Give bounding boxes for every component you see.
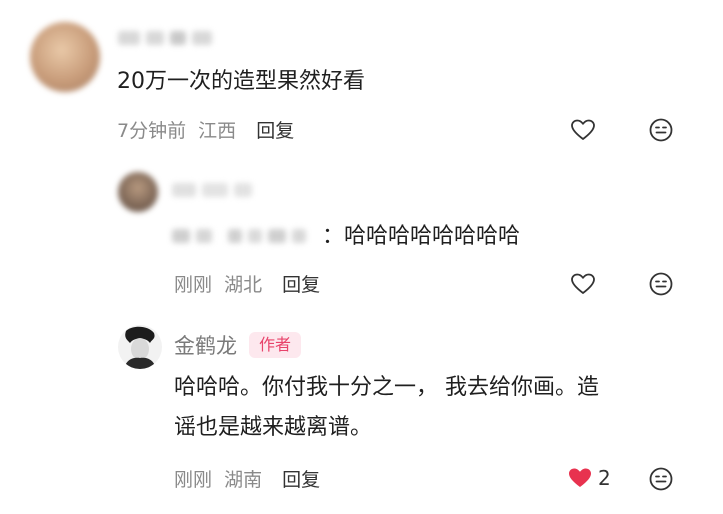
timestamp: 刚刚 (174, 469, 213, 491)
timestamp: 刚刚 (174, 274, 213, 296)
avatar[interactable] (118, 325, 162, 369)
author-row: 金鹤龙 作者 (174, 330, 302, 360)
author-name[interactable]: 金鹤龙 (174, 330, 237, 360)
comment-meta: 7分钟前 江西 回复 (117, 116, 294, 143)
username-obscured[interactable] (172, 183, 252, 197)
avatar[interactable] (118, 172, 158, 212)
emoji-face-icon[interactable] (647, 270, 675, 298)
like-count: 2 (598, 466, 611, 490)
avatar[interactable] (30, 22, 100, 92)
timestamp: 7分钟前 (117, 120, 187, 142)
location: 湖北 (224, 274, 263, 296)
reply-button[interactable]: 回复 (282, 469, 320, 491)
quoted-username-obscured[interactable] (172, 229, 306, 243)
author-badge: 作者 (249, 332, 302, 358)
comment-text: 哈哈哈。你付我十分之一， 我去给你画。造 谣也是越来越离谱。 (174, 368, 599, 448)
comment-text-row: ：哈哈哈哈哈哈哈哈 (322, 217, 520, 257)
separator: ： (322, 224, 345, 249)
heart-filled-icon[interactable] (566, 464, 594, 492)
emoji-face-icon[interactable] (647, 116, 675, 144)
comment-meta: 刚刚 湖北 回复 (174, 270, 320, 297)
heart-outline-icon[interactable] (569, 270, 597, 298)
reply-button[interactable]: 回复 (282, 274, 320, 296)
location: 湖南 (224, 469, 263, 491)
username-obscured[interactable] (118, 31, 212, 45)
emoji-face-icon[interactable] (647, 465, 675, 493)
heart-outline-icon[interactable] (569, 116, 597, 144)
comment-meta: 刚刚 湖南 回复 (174, 465, 320, 492)
reply-button[interactable]: 回复 (256, 120, 294, 142)
comment-text: 哈哈哈哈哈哈哈哈 (344, 224, 521, 249)
like-control[interactable]: 2 (566, 464, 611, 492)
comment-text-line-2: 谣也是越来越离谱。 (174, 415, 373, 440)
comment-text-line-1: 哈哈哈。你付我十分之一， 我去给你画。造 (174, 375, 599, 400)
comment-text: 20万一次的造型果然好看 (117, 69, 365, 94)
location: 江西 (198, 120, 237, 142)
